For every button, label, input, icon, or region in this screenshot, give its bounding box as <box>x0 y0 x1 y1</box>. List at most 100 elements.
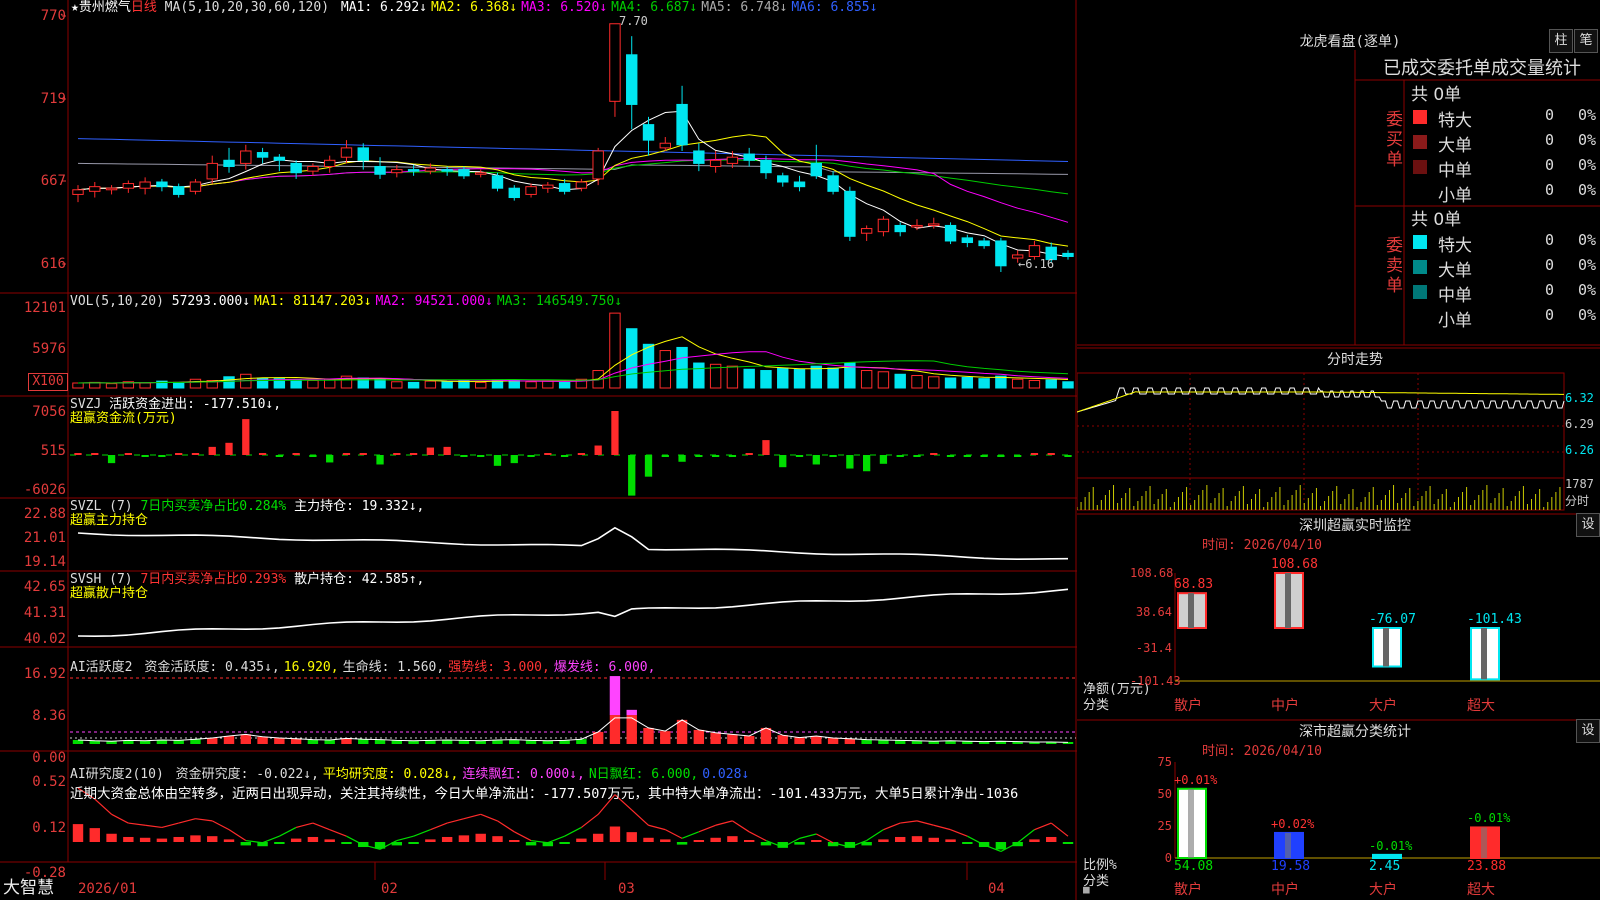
vol-value: 57293.000↓ <box>171 294 251 309</box>
ai2-item-2: 平均研究度: 0.028↓, <box>322 767 459 782</box>
volume-bar <box>777 367 789 389</box>
candle-body <box>156 181 168 188</box>
ai2-bar <box>911 836 923 842</box>
candle-body <box>1028 245 1041 257</box>
svzj-bar <box>275 455 283 457</box>
ai2-bar <box>710 837 721 842</box>
volume-bar <box>105 383 118 389</box>
sell-row-count: 0 <box>1545 231 1555 249</box>
sh-bar-change: +0.02% <box>1271 816 1315 831</box>
buy-row-name: 大单 <box>1438 136 1472 156</box>
sz-bar-shade <box>1383 628 1389 667</box>
svzl-item1: 7日内买卖净占比0.284% <box>140 499 287 514</box>
svzj-bar <box>661 455 669 457</box>
ai2-item-1: 资金研究度: -0.022↓, <box>175 767 319 782</box>
svzj-bar <box>779 455 787 468</box>
buy-row-pct: 0% <box>1578 181 1597 199</box>
svzj-bar <box>863 455 871 472</box>
ai2-bar <box>995 842 1007 850</box>
candle-body <box>928 223 940 226</box>
vol-unit-box[interactable]: X100 <box>28 373 68 391</box>
ai1-bar <box>827 737 839 744</box>
chart-background <box>0 0 1077 900</box>
ai1-bar <box>794 737 805 744</box>
ai2-bar <box>509 840 520 842</box>
ai2-bar <box>290 838 302 842</box>
sz-monitor-settings-button[interactable]: 设 <box>1576 513 1600 537</box>
svzl-subtitle: 超赢主力持仓 <box>70 513 149 528</box>
ma-items: MA1: 6.292↓ MA2: 6.368↓ MA3: 6.520↓ MA4: 6.… <box>337 0 878 15</box>
y-tick-main: 770 <box>40 8 66 24</box>
svzj-title: SVZJ <box>70 397 102 412</box>
svzj-bar <box>510 455 518 464</box>
left-chart-area[interactable] <box>0 0 1077 900</box>
svzj-bar <box>359 453 367 455</box>
candle-body <box>827 175 839 192</box>
ai1-item-3: 生命线: 1.560, <box>342 660 445 675</box>
sz-bar-shade <box>1188 593 1194 628</box>
volume-bar <box>223 376 235 389</box>
buy-row-name: 特大 <box>1438 111 1472 131</box>
period-label: 日线 <box>130 0 157 15</box>
svzj-bar <box>963 455 971 457</box>
svzj-bar <box>611 411 619 455</box>
tick-mode-button[interactable]: 笔 <box>1574 29 1598 53</box>
volume-bar <box>760 370 772 389</box>
candle-body <box>290 162 302 174</box>
ai2-bar <box>240 842 251 846</box>
candle-body <box>139 181 151 189</box>
ai1-bar <box>290 738 302 744</box>
sz-bar-value: -76.07 <box>1369 612 1416 627</box>
ma-params: MA(5,10,20,30,60,120) <box>164 0 330 15</box>
ai2-bar <box>727 836 738 842</box>
ai2-bar <box>89 828 100 842</box>
candle-body <box>491 175 504 189</box>
ai2-bar <box>408 842 419 844</box>
sz-monitor-title: 深圳超赢实时监控 <box>1299 518 1411 534</box>
buy-row-count: 0 <box>1545 131 1555 149</box>
ai2-bar <box>190 835 201 842</box>
svzj-bar <box>91 453 99 455</box>
y-tick-svzl: 22.88 <box>23 506 66 522</box>
svzj-bar <box>762 440 770 455</box>
volume-bar <box>944 377 957 389</box>
ai2-bar <box>156 838 168 842</box>
svzj-bar <box>443 446 451 455</box>
ai2-bar <box>609 826 621 842</box>
y-tick-svzj: 7056 <box>32 404 66 420</box>
bar-mode-button[interactable]: 柱 <box>1549 29 1573 53</box>
ai2-bar <box>274 842 285 844</box>
svzl-item2: 主力持仓: 19.332↓, <box>294 499 425 514</box>
candle-body <box>374 165 386 175</box>
svzj-bar <box>1030 453 1039 455</box>
y-tick-svzl: 21.01 <box>23 530 66 546</box>
candle-body <box>995 240 1007 267</box>
ai2-bar <box>324 839 335 842</box>
vol-ma-item-3: MA3: 146549.750↓ <box>496 294 623 309</box>
sh-bar-change: -0.01% <box>1369 838 1413 853</box>
svsh-title: SVSH (7) <box>70 572 133 587</box>
vol-ma-items: MA1: 81147.203↓ MA2: 94521.000↓ MA3: 14654… <box>250 294 622 309</box>
svzj-bar <box>728 455 737 457</box>
ai1-bar <box>223 735 235 744</box>
sell-row-pct: 0% <box>1578 281 1597 299</box>
candle-body <box>911 224 923 228</box>
ai1-bar <box>844 738 856 744</box>
sh-stats-settings-button[interactable]: 设 <box>1576 719 1600 743</box>
ai2-bar <box>139 837 151 842</box>
ai2-bar <box>525 842 537 846</box>
ai1-burst-bar <box>626 709 637 716</box>
buy-row-pct: 0% <box>1578 106 1597 124</box>
sh-stats-xlabel: 分类 <box>1083 874 1110 889</box>
x-label-jan: 2026/01 <box>78 881 138 897</box>
volume-bar <box>1028 380 1041 389</box>
ai2-bar <box>441 836 453 842</box>
ai2-bar <box>106 833 117 842</box>
ai1-bar <box>861 739 872 744</box>
volume-bar <box>877 371 890 389</box>
candle-body <box>810 162 823 177</box>
candle-body <box>894 224 906 233</box>
candle-body <box>172 186 185 195</box>
buy-color-swatch <box>1413 135 1427 149</box>
ai2-title: AI研究度2(10) <box>70 767 164 782</box>
